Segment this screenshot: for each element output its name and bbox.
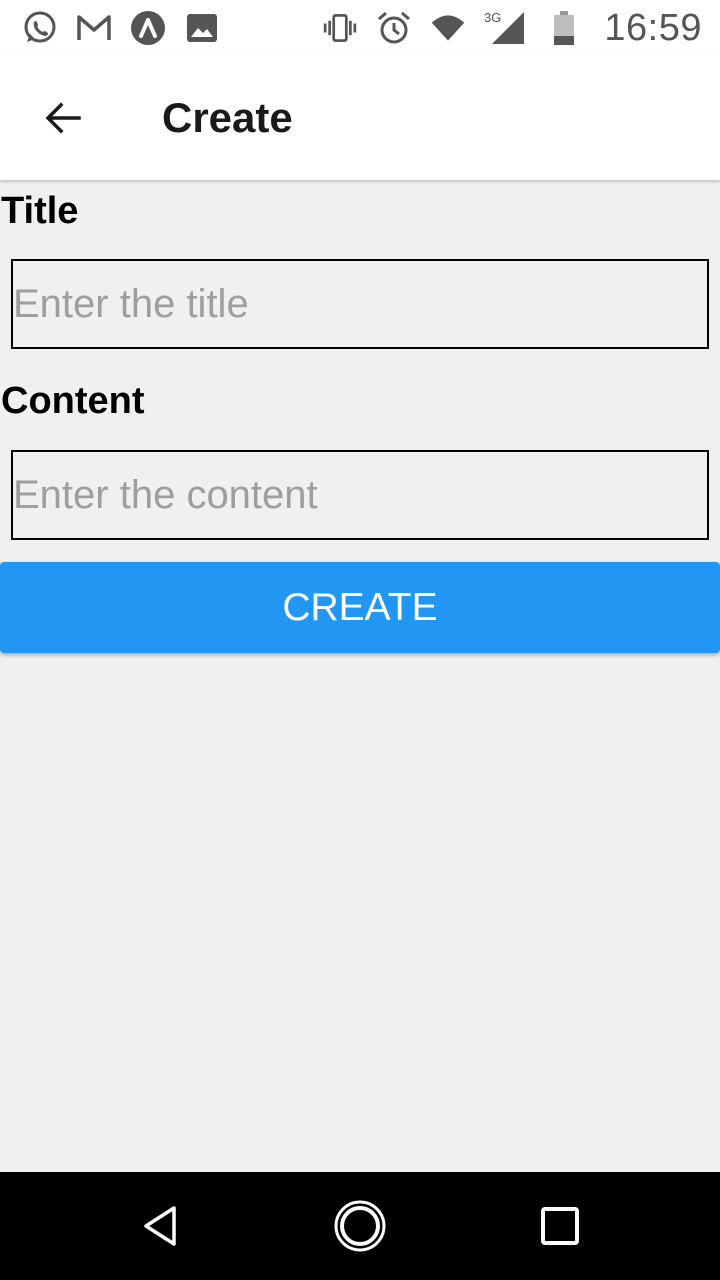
- create-button[interactable]: CREATE: [0, 562, 720, 653]
- battery-icon: [546, 10, 582, 46]
- nav-back-button[interactable]: [128, 1194, 192, 1258]
- nav-recents-icon: [541, 1207, 579, 1245]
- content-label: Content: [1, 380, 145, 422]
- title-label: Title: [1, 190, 79, 232]
- status-time: 16:59: [604, 6, 702, 49]
- back-button[interactable]: [31, 86, 95, 150]
- nav-home-button[interactable]: [328, 1194, 392, 1258]
- image-icon: [184, 10, 220, 46]
- gmail-icon: [76, 10, 112, 46]
- app-notification-icon: [130, 10, 166, 46]
- whatsapp-icon: [22, 10, 58, 46]
- app-bar: Create: [0, 56, 720, 180]
- notification-icons: [22, 10, 220, 46]
- nav-recents-button[interactable]: [528, 1194, 592, 1258]
- network-type-label: 3G: [484, 10, 501, 25]
- content-input[interactable]: [11, 450, 709, 540]
- signal-icon: 3G: [484, 10, 528, 46]
- wifi-icon: [430, 10, 466, 46]
- nav-back-icon: [144, 1206, 176, 1246]
- status-bar: 3G 16:59: [0, 0, 720, 56]
- navigation-bar: [0, 1172, 720, 1280]
- title-input[interactable]: [11, 259, 709, 349]
- screen: 3G 16:59 Create Title Content: [0, 0, 720, 1280]
- alarm-icon: [376, 10, 412, 46]
- vibrate-icon: [322, 10, 358, 46]
- nav-home-icon: [334, 1200, 386, 1252]
- page-title: Create: [162, 94, 293, 141]
- system-icons: 3G 16:59: [322, 7, 702, 50]
- arrow-back-icon: [45, 102, 81, 134]
